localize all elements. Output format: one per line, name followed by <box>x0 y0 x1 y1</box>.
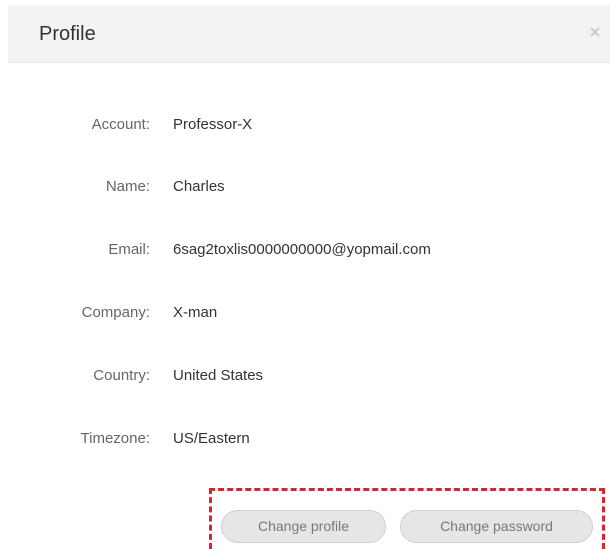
account-value: Professor-X <box>173 116 253 133</box>
country-row: Country: United States <box>0 365 610 387</box>
name-row: Name: Charles <box>0 176 610 198</box>
dialog-header: Profile <box>8 5 610 63</box>
timezone-value: US/Eastern <box>173 430 250 447</box>
name-label: Name: <box>105 178 150 195</box>
country-label: Country: <box>93 367 150 384</box>
close-icon[interactable] <box>588 25 602 39</box>
account-label: Account: <box>91 116 150 133</box>
name-value: Charles <box>173 178 225 195</box>
dialog-title: Profile <box>39 23 96 45</box>
country-value: United States <box>173 367 264 384</box>
company-value: X-man <box>173 304 218 321</box>
change-password-button[interactable]: Change password <box>400 510 593 543</box>
profile-dialog: Profile Account: Professor-X Name: Charl… <box>0 0 610 549</box>
company-label: Company: <box>81 304 150 321</box>
email-value: 6sag2toxlis0000000000@yopmail.com <box>173 241 431 258</box>
email-label: Email: <box>108 241 150 258</box>
change-profile-button[interactable]: Change profile <box>221 510 386 543</box>
timezone-label: Timezone: <box>80 430 150 447</box>
action-buttons-highlight: Change profile Change password <box>209 488 605 549</box>
email-row: Email: 6sag2toxlis0000000000@yopmail.com <box>0 239 610 261</box>
timezone-row: Timezone: US/Eastern <box>0 428 610 450</box>
company-row: Company: X-man <box>0 302 610 324</box>
account-row: Account: Professor-X <box>0 114 610 136</box>
